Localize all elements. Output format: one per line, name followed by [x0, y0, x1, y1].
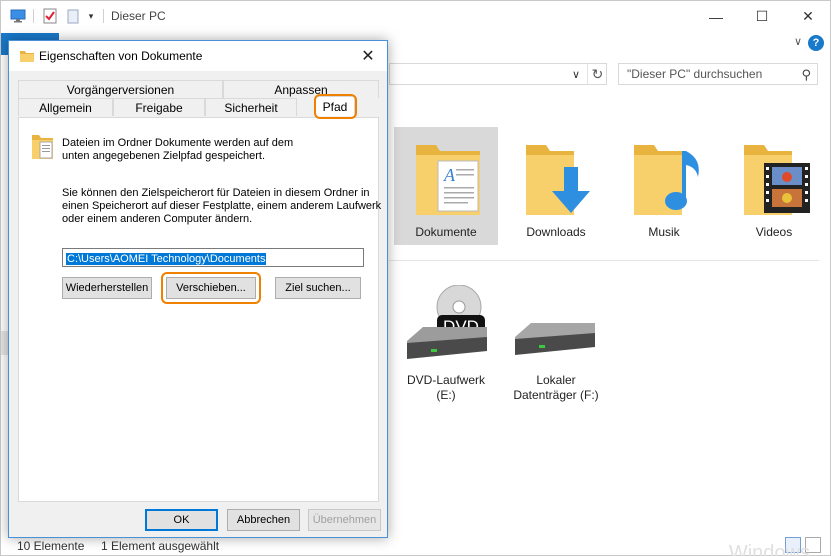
customize-toolbar-icon[interactable]: ▾ — [85, 7, 97, 25]
folder-icon — [19, 49, 35, 66]
folder-downloads[interactable]: Downloads — [504, 127, 608, 245]
dialog-title: Eigenschaften von Dokumente — [39, 49, 203, 63]
minimize-button[interactable]: — — [693, 1, 739, 32]
info-line: einen Speicherort auf dieser Festplatte,… — [62, 200, 382, 212]
drive-name: Lokaler — [536, 373, 576, 387]
intro-line: unten angegebenen Zielpfad gespeichert. — [62, 150, 266, 162]
intro-line: Dateien im Ordner Dokumente werden auf d… — [62, 137, 294, 149]
computer-icon[interactable] — [9, 7, 27, 25]
collapse-ribbon-icon[interactable]: ∨ — [794, 35, 802, 48]
divider — [103, 9, 104, 23]
tab-previous-versions[interactable]: Vorgängerversionen — [18, 80, 223, 98]
folder-label: Downloads — [526, 225, 586, 239]
selection-count: 1 Element ausgewählt — [101, 539, 220, 553]
videos-folder-icon — [744, 145, 810, 215]
target-path-value: C:\Users\AOMEI Technology\Documents — [66, 253, 267, 265]
search-input[interactable]: "Dieser PC" durchsuchen ⚲ — [618, 63, 818, 85]
restore-button[interactable]: Wiederherstellen — [62, 277, 152, 299]
divider — [33, 9, 34, 23]
status-bar: 10 Elemente 1 Element ausgewählt — [1, 535, 830, 556]
folder-documents[interactable]: A Dokumente — [394, 127, 498, 245]
intro-text: Dateien im Ordner Dokumente werden auf d… — [62, 137, 293, 163]
section-divider — [389, 260, 819, 261]
path-tab-panel — [18, 117, 379, 502]
folder-music[interactable]: Musik — [612, 127, 716, 245]
folder-label: Musik — [648, 225, 680, 239]
properties-dialog: Eigenschaften von Dokumente ✕ Vorgängerv… — [8, 40, 388, 538]
music-folder-icon — [634, 145, 699, 215]
drive-local[interactable]: Lokaler Datenträger (F:) — [501, 285, 611, 405]
item-count: 10 Elemente — [17, 539, 85, 553]
dialog-close-button[interactable]: ✕ — [357, 45, 379, 67]
apply-button[interactable]: Übernehmen — [308, 509, 381, 531]
documents-folder-icon — [31, 131, 55, 164]
hard-drive-icon — [515, 323, 595, 355]
watermark: Windows — [728, 542, 810, 556]
properties-icon[interactable] — [41, 7, 59, 25]
tab-sharing[interactable]: Freigabe — [113, 98, 205, 116]
help-icon[interactable]: ? — [808, 35, 824, 51]
tab-general[interactable]: Allgemein — [18, 98, 113, 116]
documents-folder-icon: A — [416, 145, 480, 215]
address-dropdown-icon[interactable]: ∨ — [567, 63, 585, 85]
svg-text:A: A — [443, 165, 456, 185]
find-target-button[interactable]: Ziel suchen... — [275, 277, 361, 299]
folder-videos[interactable]: Videos — [722, 127, 826, 245]
cancel-button[interactable]: Abbrechen — [227, 509, 300, 531]
downloads-folder-icon — [526, 145, 590, 215]
new-folder-icon[interactable] — [65, 7, 81, 25]
info-line: oder einem anderen Computer ändern. — [62, 213, 253, 225]
dialog-title-bar: Eigenschaften von Dokumente ✕ — [9, 41, 387, 71]
title-bar: ▾ Dieser PC — ☐ ✕ — [1, 1, 830, 32]
refresh-icon[interactable]: ↻ — [587, 63, 607, 85]
drive-label: DVD-Laufwerk (E:) — [391, 373, 501, 403]
drive-dvd[interactable]: DVD DVD-Laufwerk (E:) — [391, 285, 501, 405]
drive-name: DVD-Laufwerk — [406, 373, 486, 387]
search-icon: ⚲ — [801, 67, 811, 82]
window-title: Dieser PC — [111, 9, 166, 23]
info-text: Sie können den Zielspeicherort für Datei… — [62, 187, 381, 226]
path-tab-highlight — [314, 94, 357, 119]
ok-button[interactable]: OK — [145, 509, 218, 531]
tab-security[interactable]: Sicherheit — [205, 98, 297, 116]
move-button-highlight — [161, 272, 261, 304]
folder-label: Videos — [755, 225, 793, 239]
info-line: Sie können den Zielspeicherort für Datei… — [62, 187, 370, 199]
folder-label: Dokumente — [415, 225, 477, 239]
drive-letter: (E:) — [436, 388, 456, 402]
search-placeholder: "Dieser PC" durchsuchen — [627, 67, 763, 81]
target-path-input[interactable]: C:\Users\AOMEI Technology\Documents — [62, 248, 364, 267]
close-button[interactable]: ✕ — [785, 1, 831, 32]
dvd-drive-icon: DVD — [407, 285, 487, 359]
drive-label: Lokaler Datenträger (F:) — [501, 373, 611, 403]
drive-letter: Datenträger (F:) — [513, 388, 599, 402]
maximize-button[interactable]: ☐ — [739, 1, 785, 32]
